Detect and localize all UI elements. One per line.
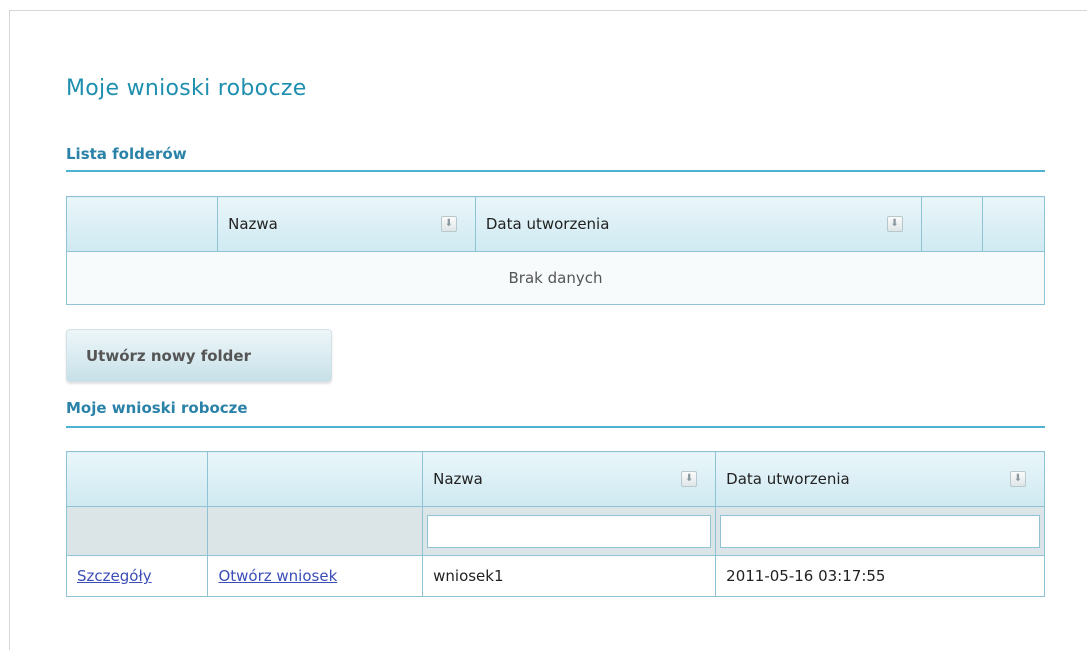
filter-date-cell (715, 506, 1045, 556)
folders-col-date-label: Data utworzenia (485, 215, 610, 233)
folders-col-name-label: Nazwa (228, 215, 278, 233)
folders-col-blank (65, 196, 219, 252)
sort-down-icon[interactable]: ⬇ (681, 471, 698, 487)
open-draft-link[interactable]: Otwórz wniosek (218, 567, 337, 585)
drafts-col-details (65, 451, 209, 507)
details-cell: Szczegóły (65, 555, 209, 597)
page-title: Moje wnioski robocze (66, 76, 307, 101)
drafts-table: Nazwa ⬇ Data utworzenia ⬇ Szczegóły Otwó… (65, 451, 1045, 597)
details-link[interactable]: Szczegóły (77, 567, 152, 585)
table-row: Szczegóły Otwórz wniosek wniosek1 2011-0… (65, 555, 1045, 597)
drafts-filter-row (65, 506, 1045, 556)
filter-blank-cell (207, 506, 424, 556)
sort-down-icon[interactable]: ⬇ (440, 216, 457, 232)
folders-col-action1 (920, 196, 984, 252)
drafts-section-title: Moje wnioski robocze (66, 399, 248, 417)
folders-empty-message: Brak danych (66, 251, 1045, 305)
drafts-col-date-label: Data utworzenia (726, 470, 850, 488)
filter-blank-cell (65, 506, 209, 556)
drafts-col-name[interactable]: Nazwa ⬇ (422, 451, 717, 507)
folders-section-title: Lista folderów (66, 145, 187, 163)
drafts-col-date[interactable]: Data utworzenia ⬇ (715, 451, 1045, 507)
folders-col-name[interactable]: Nazwa ⬇ (217, 196, 476, 252)
sort-down-icon[interactable]: ⬇ (1010, 471, 1026, 487)
drafts-col-name-label: Nazwa (433, 470, 483, 488)
create-folder-button[interactable]: Utwórz nowy folder (66, 329, 332, 382)
filter-name-input[interactable] (427, 514, 712, 548)
draft-created-date: 2011-05-16 03:17:55 (715, 555, 1045, 597)
open-cell: Otwórz wniosek (207, 555, 424, 597)
folders-section-divider (66, 170, 1045, 172)
filter-date-input[interactable] (720, 514, 1040, 548)
drafts-section-divider (66, 426, 1045, 428)
draft-name: wniosek1 (422, 555, 717, 597)
drafts-col-open (207, 451, 424, 507)
folders-table: Nazwa ⬇ Data utworzenia ⬇ Brak danych (65, 196, 1045, 305)
sort-down-icon[interactable]: ⬇ (886, 216, 903, 232)
folders-col-date[interactable]: Data utworzenia ⬇ (474, 196, 922, 252)
filter-name-cell (422, 506, 717, 556)
folders-col-action2 (982, 196, 1045, 252)
